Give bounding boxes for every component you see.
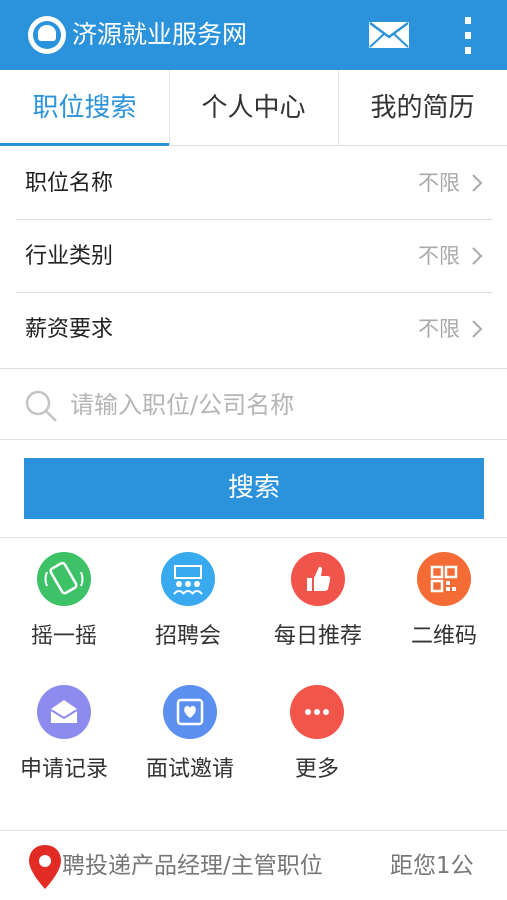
filter-value: 不限 xyxy=(418,244,460,268)
shortcut-label: 摇一摇 xyxy=(30,624,97,649)
distance-text: 距您1公 xyxy=(390,853,474,879)
app-title: 济源就业服务网 xyxy=(72,20,248,49)
nearby-jobs-ticker[interactable]: 聘投递产品经理/主管职位 距您1公 xyxy=(0,830,507,900)
filter-job-name[interactable]: 职位名称 不限 xyxy=(16,147,492,220)
search-box xyxy=(0,368,507,440)
envelope-icon xyxy=(37,685,91,739)
chevron-right-icon xyxy=(472,320,483,338)
shortcut-label: 二维码 xyxy=(410,624,477,649)
invitation-icon xyxy=(163,685,217,739)
qr-code-icon xyxy=(417,552,471,606)
search-button[interactable]: 搜索 xyxy=(24,458,484,519)
app-header: 济源就业服务网 xyxy=(0,0,507,70)
job-fair-icon xyxy=(161,552,215,606)
ticker-text: 聘投递产品经理/主管职位 xyxy=(62,853,323,879)
tab-personal-center[interactable]: 个人中心 xyxy=(169,70,338,146)
more-vertical-icon[interactable] xyxy=(458,14,478,56)
chevron-right-icon xyxy=(472,174,483,192)
filter-salary[interactable]: 薪资要求 不限 xyxy=(16,293,492,366)
shortcut-label: 面试邀请 xyxy=(145,757,234,782)
tab-bar: 职位搜索 个人中心 我的简历 xyxy=(0,70,507,146)
shortcut-label: 招聘会 xyxy=(154,624,221,649)
filter-value: 不限 xyxy=(418,317,460,341)
thumbs-up-icon xyxy=(291,552,345,606)
mail-icon[interactable] xyxy=(368,21,410,49)
filter-value: 不限 xyxy=(418,171,460,195)
shortcut-label: 每日推荐 xyxy=(273,624,362,649)
shortcut-label: 更多 xyxy=(294,757,339,782)
tab-job-search[interactable]: 职位搜索 xyxy=(0,70,169,146)
more-dots-icon xyxy=(290,685,344,739)
filter-label: 行业类别 xyxy=(25,244,114,269)
search-input[interactable] xyxy=(70,381,490,429)
tab-my-resume[interactable]: 我的简历 xyxy=(338,70,507,146)
city-emblem-icon xyxy=(28,16,66,54)
filter-label: 职位名称 xyxy=(25,171,114,196)
search-icon xyxy=(25,390,57,422)
shortcut-label: 申请记录 xyxy=(19,757,108,782)
location-pin-icon xyxy=(29,845,61,889)
filter-industry[interactable]: 行业类别 不限 xyxy=(16,220,492,293)
chevron-right-icon xyxy=(472,247,483,265)
filter-label: 薪资要求 xyxy=(25,317,114,342)
phone-shake-icon xyxy=(37,552,91,606)
